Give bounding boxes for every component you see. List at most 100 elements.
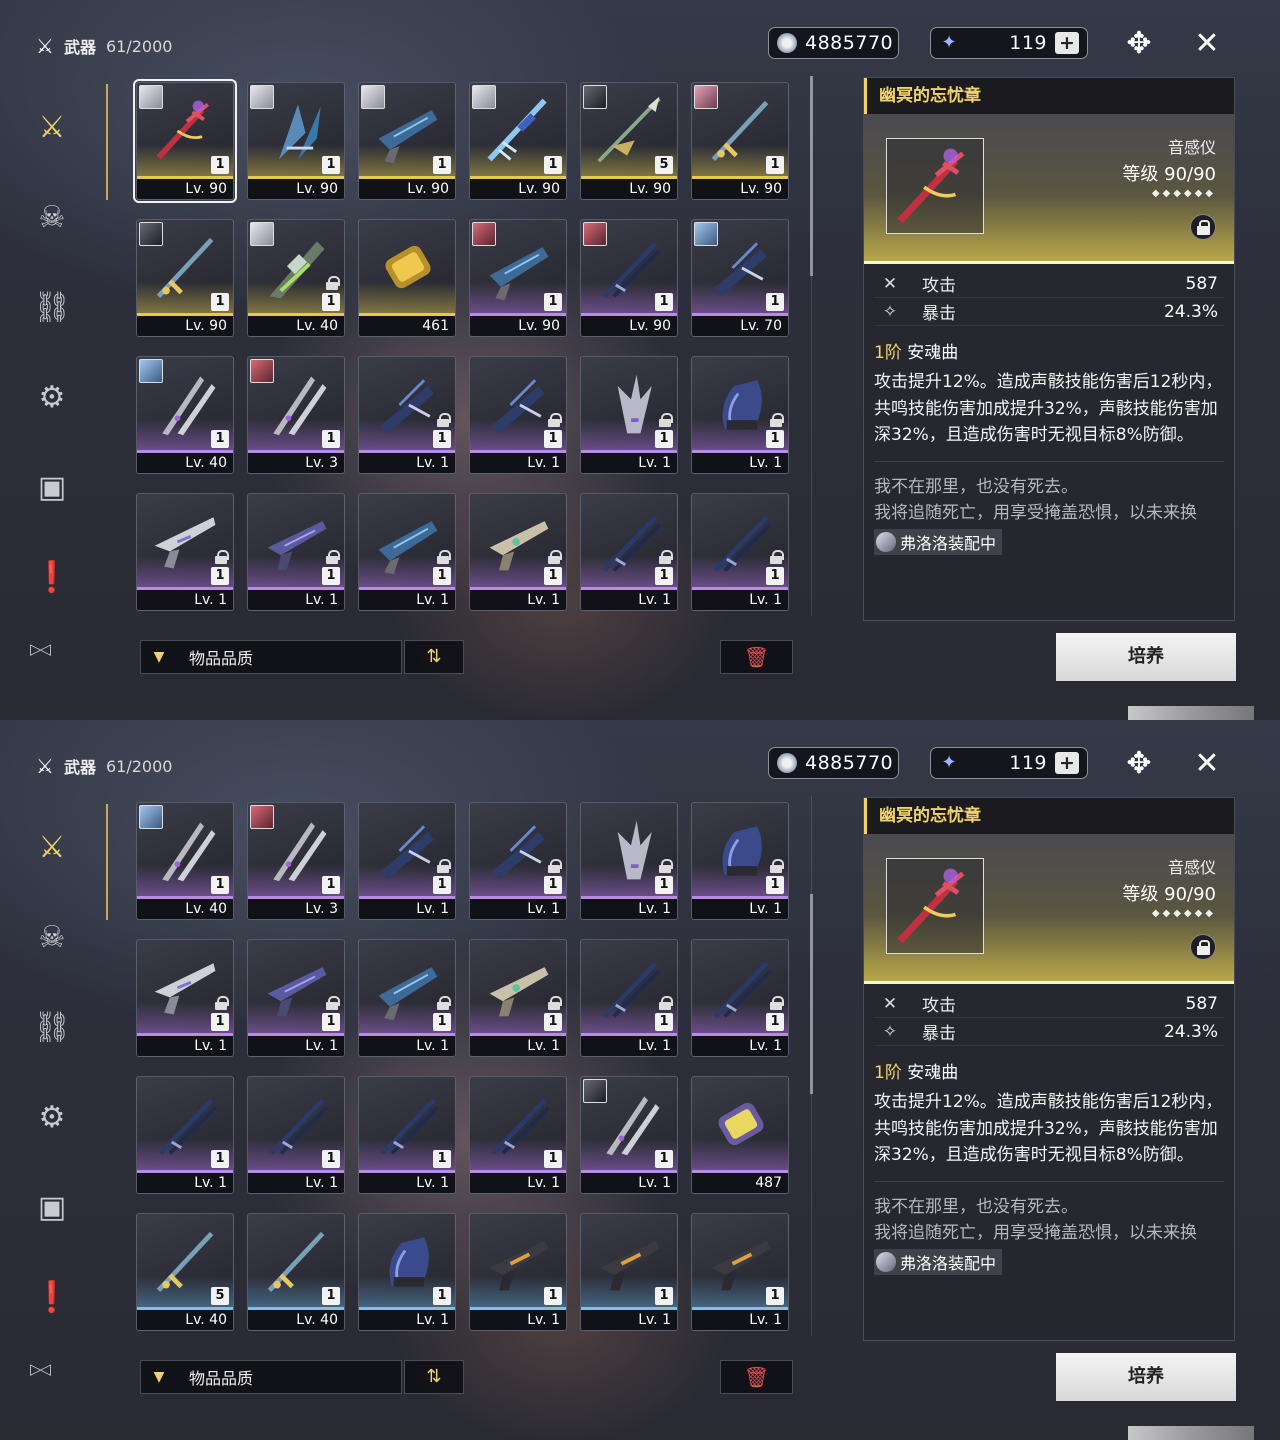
stats-list: ✕ 攻击 587 ✧ 暴击 24.3% — [864, 984, 1234, 1046]
quality-filter-dropdown[interactable]: ▼ 物品品质 — [140, 1360, 402, 1394]
item-slot[interactable]: 1 Lv. 90 — [691, 82, 789, 200]
item-slot[interactable]: 1 Lv. 1 — [691, 493, 789, 611]
quality-filter-dropdown[interactable]: ▼ 物品品质 — [140, 640, 402, 674]
item-slot[interactable]: 5 Lv. 90 — [580, 82, 678, 200]
item-slot[interactable]: 1 Lv. 1 — [358, 802, 456, 920]
item-slot[interactable]: 1 Lv. 90 — [580, 219, 678, 337]
skill-title: 1阶 安魂曲 — [874, 1058, 1234, 1083]
lock-icon — [437, 550, 451, 564]
sidebar-item-weapon[interactable]: ⚔ — [22, 82, 82, 172]
sidebar-item-echo[interactable]: ☠ — [22, 172, 82, 262]
delete-button[interactable]: 🗑 — [720, 640, 793, 674]
item-slot[interactable]: 1 Lv. 1 — [358, 356, 456, 474]
item-slot[interactable]: 1 Lv. 1 — [580, 1076, 678, 1194]
item-slot[interactable]: 1 Lv. 1 — [691, 1213, 789, 1331]
item-slot[interactable]: 1 Lv. 1 — [580, 356, 678, 474]
item-slot[interactable]: 461 — [358, 219, 456, 337]
item-slot[interactable]: 5 Lv. 40 — [136, 1213, 234, 1331]
item-slot[interactable]: 1 Lv. 90 — [358, 82, 456, 200]
item-slot[interactable]: 1 Lv. 1 — [580, 939, 678, 1057]
scrollbar-thumb[interactable] — [810, 76, 813, 276]
item-slot[interactable]: 1 Lv. 40 — [247, 219, 345, 337]
item-slot[interactable]: 1 Lv. 1 — [469, 493, 567, 611]
sidebar-item-weapon[interactable]: ⚔ — [22, 802, 82, 892]
collapse-icon[interactable]: ▷◁ — [30, 1360, 51, 1378]
item-slot[interactable]: 1 Lv. 1 — [580, 493, 678, 611]
sort-button[interactable]: ⇅ — [404, 640, 464, 674]
sidebar-active-indicator — [106, 804, 108, 920]
compass-icon[interactable]: ✥ — [1119, 744, 1159, 784]
currency-coin: 4885770 — [768, 27, 899, 59]
item-slot[interactable]: 1 Lv. 1 — [580, 802, 678, 920]
cultivate-button[interactable]: 培养 — [1056, 633, 1236, 681]
currency-star: ✦ 119 + — [930, 27, 1088, 59]
delete-button[interactable]: 🗑 — [720, 1360, 793, 1394]
item-slot[interactable]: 1 Lv. 1 — [136, 1076, 234, 1194]
item-slot[interactable]: 1 Lv. 1 — [358, 493, 456, 611]
compass-icon[interactable]: ✥ — [1119, 24, 1159, 64]
item-slot[interactable]: 1 Lv. 1 — [469, 356, 567, 474]
item-level: Lv. 90 — [581, 179, 677, 199]
close-icon[interactable]: ✕ — [1187, 24, 1227, 64]
item-hero: 音感仪 等级 90/90 ◆◆◆◆◆◆ — [864, 114, 1234, 264]
sidebar-item-chain[interactable]: ⛓ — [22, 262, 82, 352]
sidebar-item-chain[interactable]: ⛓ — [22, 982, 82, 1072]
sidebar-item-supply[interactable]: ▣ — [22, 1162, 82, 1252]
sort-button[interactable]: ⇅ — [404, 1360, 464, 1394]
item-count: 1 — [211, 876, 229, 894]
item-count: 1 — [544, 1150, 562, 1168]
item-slot[interactable]: 1 Lv. 1 — [580, 1213, 678, 1331]
item-slot[interactable]: 1 Lv. 1 — [469, 939, 567, 1057]
item-slot[interactable]: 1 Lv. 1 — [136, 493, 234, 611]
sidebar-item-echo[interactable]: ☠ — [22, 892, 82, 982]
item-slot[interactable]: 1 Lv. 90 — [469, 82, 567, 200]
item-level: Lv. 1 — [470, 590, 566, 610]
item-level: Lv. 90 — [248, 179, 344, 199]
item-count: 1 — [322, 1150, 340, 1168]
sidebar-item-synth[interactable]: ⚙ — [22, 352, 82, 442]
item-slot[interactable]: 1 Lv. 90 — [136, 219, 234, 337]
item-slot[interactable]: 1 Lv. 90 — [469, 219, 567, 337]
item-slot[interactable]: 1 Lv. 40 — [136, 802, 234, 920]
add-currency-button[interactable]: + — [1055, 32, 1079, 54]
item-slot[interactable]: 1 Lv. 1 — [358, 1076, 456, 1194]
item-slot[interactable]: 1 Lv. 1 — [691, 356, 789, 474]
item-slot[interactable]: 1 Lv. 1 — [358, 1213, 456, 1331]
sidebar-item-synth[interactable]: ⚙ — [22, 1072, 82, 1162]
item-slot[interactable]: 1 Lv. 1 — [469, 1213, 567, 1331]
item-slot[interactable]: 1 Lv. 1 — [469, 1076, 567, 1194]
cultivate-button[interactable]: 培养 — [1056, 1353, 1236, 1401]
add-currency-button[interactable]: + — [1055, 752, 1079, 774]
lock-toggle-icon[interactable] — [1190, 214, 1216, 240]
weapon-image-icon — [718, 1102, 764, 1146]
item-slot[interactable]: 1 Lv. 3 — [247, 356, 345, 474]
item-slot[interactable]: 1 Lv. 1 — [691, 802, 789, 920]
owner-avatar — [472, 85, 496, 109]
item-slot[interactable]: 1 Lv. 1 — [247, 493, 345, 611]
item-slot[interactable]: 1 Lv. 1 — [247, 939, 345, 1057]
collapse-icon[interactable]: ▷◁ — [30, 640, 51, 658]
item-slot[interactable]: 1 Lv. 3 — [247, 802, 345, 920]
sidebar-item-quest[interactable]: ❗ — [22, 1252, 82, 1342]
item-slot[interactable]: 1 Lv. 40 — [136, 356, 234, 474]
lock-icon — [326, 996, 340, 1010]
item-slot[interactable]: 1 Lv. 40 — [247, 1213, 345, 1331]
owner-avatar — [139, 359, 163, 383]
currency-coin: 4885770 — [768, 747, 899, 779]
scrollbar-thumb[interactable] — [810, 894, 813, 1094]
item-slot[interactable]: 1 Lv. 1 — [136, 939, 234, 1057]
lock-toggle-icon[interactable] — [1190, 934, 1216, 960]
item-slot[interactable]: 1 Lv. 1 — [469, 802, 567, 920]
sidebar-item-supply[interactable]: ▣ — [22, 442, 82, 532]
item-slot[interactable]: 1 Lv. 1 — [358, 939, 456, 1057]
item-slot[interactable]: 1 Lv. 90 — [247, 82, 345, 200]
sidebar-item-quest[interactable]: ❗ — [22, 532, 82, 622]
close-icon[interactable]: ✕ — [1187, 744, 1227, 784]
item-slot[interactable]: 1 Lv. 90 — [133, 79, 237, 203]
lock-icon — [326, 276, 340, 290]
item-count: 1 — [766, 1013, 784, 1031]
item-slot[interactable]: 487 — [691, 1076, 789, 1194]
item-slot[interactable]: 1 Lv. 1 — [247, 1076, 345, 1194]
item-slot[interactable]: 1 Lv. 70 — [691, 219, 789, 337]
item-slot[interactable]: 1 Lv. 1 — [691, 939, 789, 1057]
